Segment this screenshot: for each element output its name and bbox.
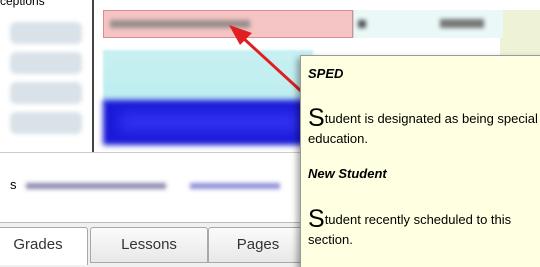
blurred-name-cell[interactable] (10, 22, 82, 44)
sped-initial: S (308, 104, 325, 132)
new-student-description: Student recently scheduled to this secti… (308, 205, 540, 249)
blurred-class-info (26, 183, 166, 189)
blurred-value (358, 20, 366, 28)
class-info-bar: s (0, 152, 300, 219)
blurred-name-cell[interactable] (10, 112, 82, 134)
tab-lessons[interactable]: Lessons (90, 227, 208, 263)
new-student-initial: S (308, 205, 325, 233)
tab-pages[interactable]: Pages (208, 227, 308, 263)
student-name-column (0, 0, 92, 155)
sped-student-row[interactable] (103, 10, 353, 38)
selected-row-highlight (120, 112, 300, 132)
blurred-class-info (190, 183, 280, 189)
blurred-student-name (110, 20, 250, 28)
tab-bar: Grades Lessons Pages (0, 222, 308, 267)
blurred-name-cell[interactable] (10, 82, 82, 104)
blurred-name-cell[interactable] (10, 52, 82, 74)
screenshot-stage: ceptions s Grades Lessons Pages SPED Stu… (0, 0, 540, 267)
new-student-heading: New Student (308, 166, 387, 181)
tab-grades[interactable]: Grades (0, 227, 88, 265)
class-info-label: s (10, 177, 17, 192)
sped-description-text: tudent is designated as being special ed… (308, 111, 538, 146)
blurred-value (440, 19, 484, 28)
sped-heading: SPED (308, 66, 344, 81)
grade-cell[interactable] (353, 10, 503, 38)
new-student-description-text: tudent recently scheduled to this sectio… (308, 212, 512, 247)
legend-tooltip: SPED Student is designated as being spec… (300, 55, 540, 267)
sped-description: Student is designated as being special e… (308, 104, 540, 148)
new-student-row[interactable] (103, 50, 313, 105)
